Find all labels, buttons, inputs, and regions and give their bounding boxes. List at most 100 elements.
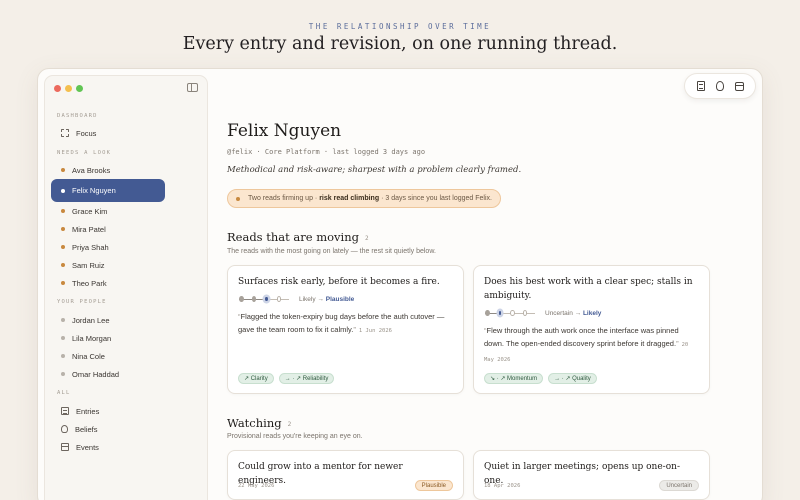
section-needs-look: NEEDS A LOOK xyxy=(57,150,112,156)
window-controls xyxy=(54,85,83,92)
person-dot-icon xyxy=(61,336,65,340)
section-title-watching: Watching 2 xyxy=(227,416,291,430)
sidebar-item-nina-cole[interactable]: Nina Cole xyxy=(51,347,165,365)
to-level: Likely xyxy=(582,310,602,317)
level-knob-current xyxy=(497,310,502,316)
section-subtitle-moving: The reads with the most going on lately … xyxy=(227,248,436,255)
sidebar-item-label: Beliefs xyxy=(75,424,98,434)
section-title-moving: Reads that are moving 2 xyxy=(227,230,369,244)
section-count: 2 xyxy=(287,421,292,428)
app-window: DASHBOARD Focus NEEDS A LOOK Ava Brooks … xyxy=(37,68,763,500)
quote-date: 1 Jun 2026 xyxy=(358,328,392,334)
sidebar-item-mira-patel[interactable]: Mira Patel xyxy=(51,220,165,238)
level-knob-past xyxy=(239,296,244,302)
sidebar-item-omar-haddad[interactable]: Omar Haddad xyxy=(51,365,165,383)
status-badge: Uncertain xyxy=(659,480,699,491)
tag-list: ↘ · ↗ Momentum → · ↗ Quality xyxy=(484,373,597,384)
level-knob-past xyxy=(485,310,490,316)
sidebar-item-label: Felix Nguyen xyxy=(72,186,116,195)
attention-dot-icon xyxy=(61,209,65,213)
sidebar-item-label: Theo Park xyxy=(72,278,107,288)
card-date: 22 May 2026 xyxy=(238,483,275,489)
sidebar-item-beliefs[interactable]: Beliefs xyxy=(51,420,165,438)
zoom-window-button[interactable] xyxy=(76,85,83,92)
level-knob xyxy=(522,310,527,316)
tag-clarity[interactable]: ↗ Clarity xyxy=(238,373,274,384)
quote-text: Flagged the token-expiry bug days before… xyxy=(238,312,445,334)
person-dot-icon xyxy=(61,372,65,376)
sidebar-item-label: Events xyxy=(76,442,99,452)
sidebar-item-label: Focus xyxy=(76,128,97,138)
sidebar-item-lila-morgan[interactable]: Lila Morgan xyxy=(51,329,165,347)
main-content: Felix Nguyen @felix · Core Platform · la… xyxy=(227,69,757,500)
to-level: Plausible xyxy=(325,296,355,303)
calendar-icon xyxy=(61,443,69,451)
sidebar-item-label: Grace Kim xyxy=(72,206,108,216)
section-title-text: Reads that are moving xyxy=(227,230,359,244)
hero-title: Every entry and revision, on one running… xyxy=(182,34,618,54)
tag-momentum[interactable]: ↘ · ↗ Momentum xyxy=(484,373,544,384)
focus-icon xyxy=(61,129,69,137)
sidebar-item-label: Priya Shah xyxy=(72,242,109,252)
status-alert[interactable]: Two reads firming up · risk read climbin… xyxy=(227,189,501,208)
level-knob-past xyxy=(251,296,256,302)
sidebar-item-label: Mira Patel xyxy=(72,224,106,234)
confidence-transition: Uncertain → Likely xyxy=(545,310,602,317)
from-level: Uncertain xyxy=(545,310,573,317)
section-your-people: YOUR PEOPLE xyxy=(57,299,107,305)
alert-prefix: Two reads firming up · xyxy=(248,195,318,202)
sidebar-item-label: Sam Ruiz xyxy=(72,260,105,270)
from-level: Likely xyxy=(299,296,316,303)
page-title: Felix Nguyen xyxy=(227,121,342,141)
watch-card[interactable]: Could grow into a mentor for newer engin… xyxy=(227,450,464,500)
alert-dot-icon xyxy=(236,196,240,201)
sidebar: DASHBOARD Focus NEEDS A LOOK Ava Brooks … xyxy=(44,75,208,500)
attention-dot-icon xyxy=(61,168,65,172)
sidebar-item-label: Omar Haddad xyxy=(72,369,120,379)
status-badge: Plausible xyxy=(414,480,453,491)
sidebar-item-label: Lila Morgan xyxy=(72,333,112,343)
evidence-quote: “Flew through the auth work once the int… xyxy=(484,326,689,363)
card-title: Surfaces risk early, before it becomes a… xyxy=(238,277,440,287)
section-dashboard: DASHBOARD xyxy=(57,113,98,119)
attention-dot-icon xyxy=(61,263,65,267)
sidebar-item-felix-nguyen[interactable]: Felix Nguyen xyxy=(51,179,165,202)
read-card[interactable]: Surfaces risk early, before it becomes a… xyxy=(227,265,464,394)
sidebar-item-ava-brooks[interactable]: Ava Brooks xyxy=(51,161,165,179)
section-all: ALL xyxy=(57,390,71,396)
close-window-button[interactable] xyxy=(54,85,61,92)
alert-highlight: risk read climbing xyxy=(319,195,380,202)
lightbulb-icon xyxy=(61,425,68,433)
tag-reliability[interactable]: → · ↗ Reliability xyxy=(278,373,335,384)
sidebar-item-priya-shah[interactable]: Priya Shah xyxy=(51,238,165,256)
quote-text: Flew through the auth work once the inte… xyxy=(484,326,679,348)
section-subtitle-watching: Provisional reads you're keeping an eye … xyxy=(227,433,363,440)
read-card[interactable]: Does his best work with a clear spec; st… xyxy=(473,265,710,394)
person-summary: Methodical and risk-aware; sharpest with… xyxy=(227,165,522,175)
level-knob xyxy=(276,296,281,302)
confidence-track xyxy=(485,309,535,317)
sidebar-item-label: Nina Cole xyxy=(72,351,105,361)
sidebar-item-jordan-lee[interactable]: Jordan Lee xyxy=(51,311,165,329)
evidence-quote: “Flagged the token-expiry bug days befor… xyxy=(238,312,445,334)
sidebar-toggle-icon[interactable] xyxy=(187,83,198,92)
sidebar-item-grace-kim[interactable]: Grace Kim xyxy=(51,202,165,220)
entries-icon xyxy=(61,407,69,415)
tag-list: ↗ Clarity → · ↗ Reliability xyxy=(238,373,335,384)
sidebar-item-entries[interactable]: Entries xyxy=(51,402,165,420)
sidebar-item-label: Ava Brooks xyxy=(72,165,111,175)
sidebar-item-events[interactable]: Events xyxy=(51,438,165,456)
watch-card[interactable]: Quiet in larger meetings; opens up one-o… xyxy=(473,450,710,500)
attention-dot-icon xyxy=(61,281,65,285)
confidence-track xyxy=(239,295,289,303)
sidebar-item-theo-park[interactable]: Theo Park xyxy=(51,274,165,292)
tag-quality[interactable]: → · ↗ Quality xyxy=(548,373,597,384)
attention-dot-icon xyxy=(61,188,65,193)
card-date: 18 Apr 2026 xyxy=(484,483,521,489)
minimize-window-button[interactable] xyxy=(65,85,72,92)
sidebar-item-sam-ruiz[interactable]: Sam Ruiz xyxy=(51,256,165,274)
sidebar-item-label: Entries xyxy=(76,406,100,416)
sidebar-item-label: Jordan Lee xyxy=(72,315,110,325)
sidebar-item-focus[interactable]: Focus xyxy=(51,124,165,142)
person-dot-icon xyxy=(61,318,65,322)
